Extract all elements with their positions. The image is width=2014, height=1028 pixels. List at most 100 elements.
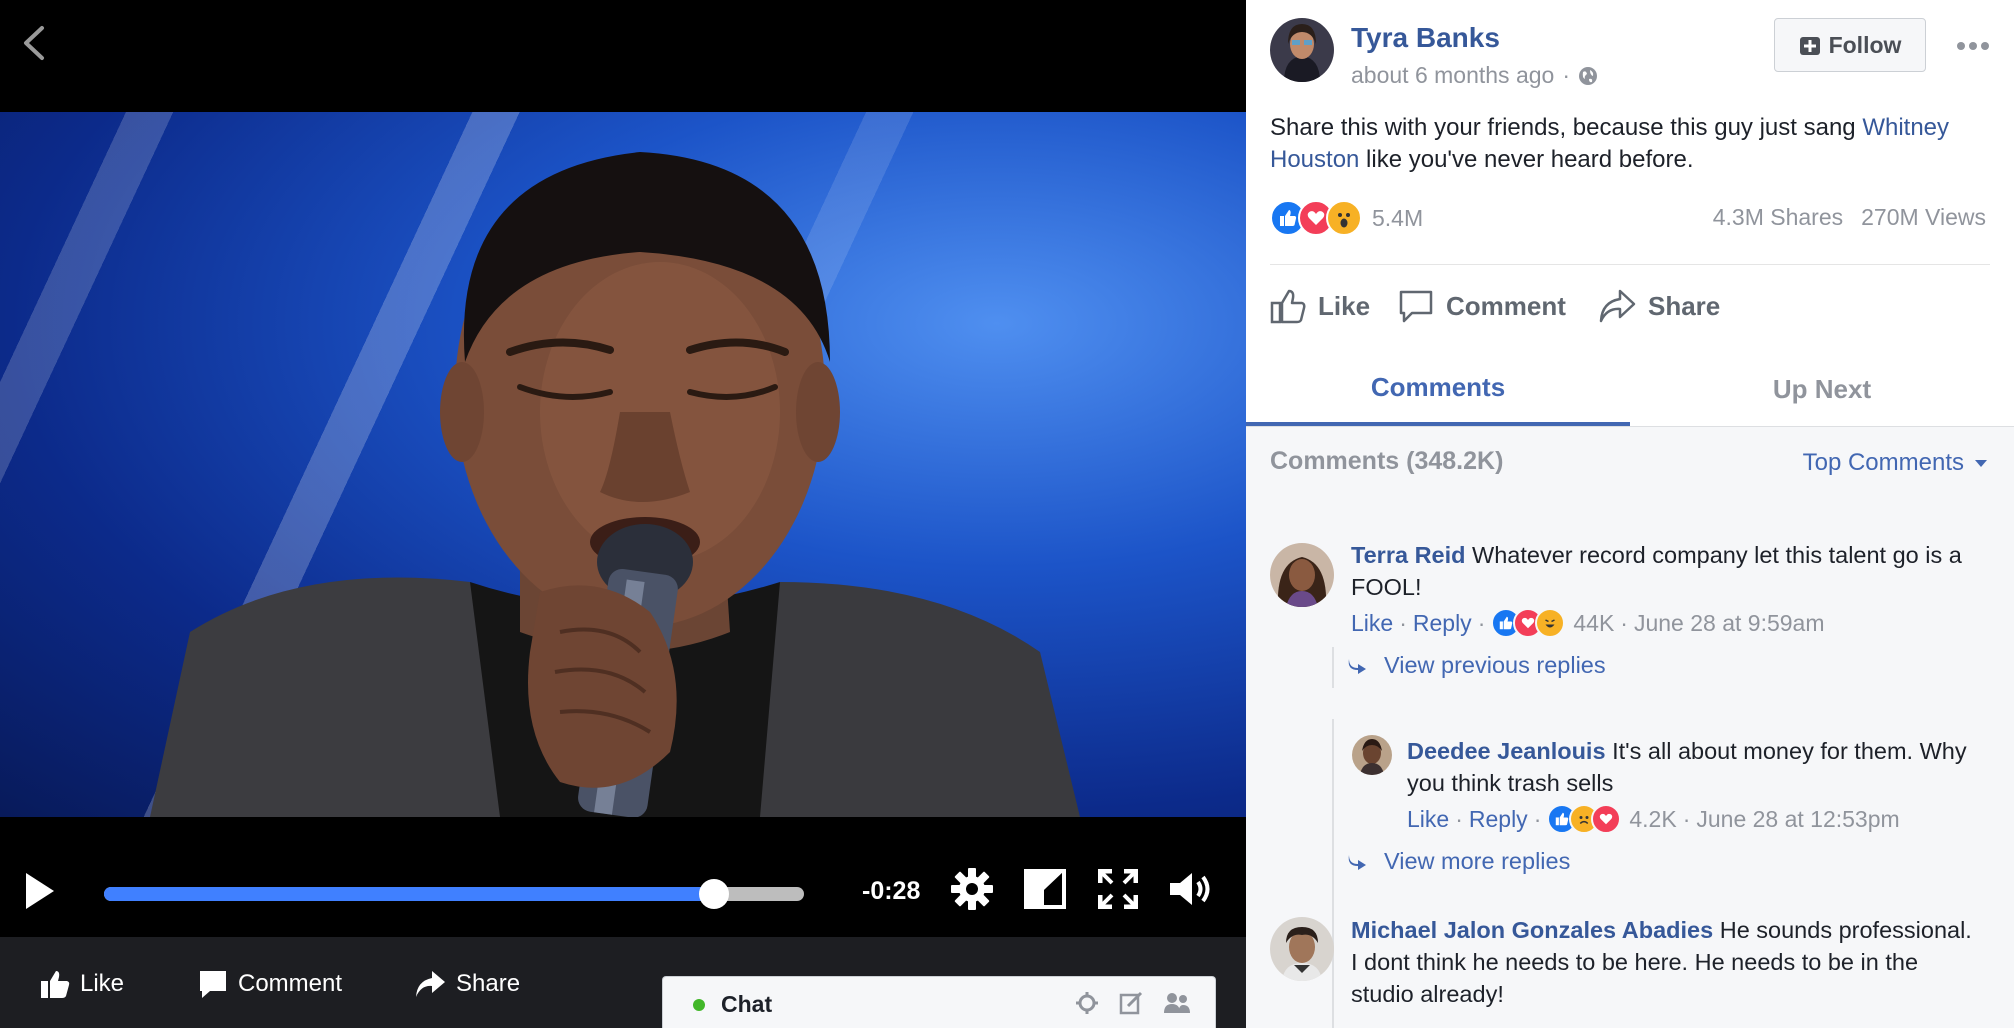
post-panel: Tyra Banks about 6 months ago · Follow S… [1246, 0, 2014, 1028]
progress-handle[interactable] [699, 879, 730, 909]
fullscreen-icon [1097, 868, 1139, 910]
thumbs-up-outline-icon [1270, 289, 1306, 324]
share-count[interactable]: 4.3M Shares [1713, 204, 1843, 231]
commenter-avatar[interactable] [1270, 917, 1334, 981]
reply-arrow-icon [1348, 658, 1366, 674]
follow-plus-icon [1799, 37, 1820, 55]
comment-reactions[interactable] [1491, 608, 1566, 638]
comment-like-link[interactable]: Like [1351, 610, 1393, 637]
video-comment-label: Comment [238, 970, 343, 997]
post-share-label: Share [1648, 290, 1721, 321]
comment-sort-label: Top Comments [1802, 449, 1964, 476]
comment-body: Terra Reid Whatever record company let t… [1351, 539, 1983, 603]
progress-fill [104, 887, 715, 901]
dot-separator: · [1477, 609, 1486, 636]
divider [1270, 264, 1990, 265]
speaker-icon [1170, 873, 1210, 905]
chat-icons [1075, 991, 1191, 1015]
chevron-left-icon [24, 26, 44, 60]
video-comment-button[interactable]: Comment [198, 964, 342, 1004]
video-like-button[interactable]: Like [40, 964, 124, 1004]
comment-timestamp[interactable]: June 28 at 12:53pm [1696, 806, 1899, 833]
haha-reaction-icon [1535, 608, 1566, 638]
chat-label: Chat [721, 991, 773, 1017]
thread-line [1332, 719, 1334, 1028]
comment-like-link[interactable]: Like [1407, 806, 1449, 833]
time-remaining: -0:28 [862, 877, 921, 905]
author-name[interactable]: Tyra Banks [1351, 22, 1500, 54]
wow-reaction-icon [1326, 200, 1362, 236]
globe-icon [1579, 66, 1597, 85]
comment-outline-icon [1399, 290, 1433, 323]
play-button[interactable] [24, 871, 56, 916]
video-player: -0:28 Like Comment Share Chat [0, 0, 1246, 1028]
commenter-name[interactable]: Michael Jalon Gonzales Abadies [1351, 917, 1713, 943]
dot-separator: · [1533, 805, 1542, 832]
dot-separator: · [1682, 805, 1691, 832]
tab-up-next[interactable]: Up Next [1630, 352, 2014, 426]
view-more-replies[interactable]: View more replies [1346, 848, 1570, 875]
comment-reply-link[interactable]: Reply [1413, 610, 1472, 637]
compose-icon[interactable] [1119, 991, 1143, 1015]
post-comment-label: Comment [1446, 290, 1566, 321]
ellipsis-icon [1957, 42, 1989, 50]
author-avatar-image [1270, 18, 1334, 82]
reply-arrow-icon [1348, 854, 1366, 870]
post-comment-button[interactable]: Comment [1398, 284, 1566, 328]
progress-bar[interactable] [104, 879, 804, 909]
follow-label: Follow [1828, 31, 1902, 58]
gear-icon [951, 868, 993, 910]
comment-reply-link[interactable]: Reply [1469, 806, 1528, 833]
post-text-part: Share this with your friends, because th… [1270, 114, 1863, 141]
back-button[interactable] [14, 18, 54, 68]
post-timestamp[interactable]: about 6 months ago [1351, 62, 1554, 89]
commenter-name[interactable]: Terra Reid [1351, 542, 1466, 568]
commenter-avatar[interactable] [1270, 543, 1334, 607]
gear-icon[interactable] [1075, 991, 1099, 1015]
view-previous-replies[interactable]: View previous replies [1346, 652, 1606, 679]
online-indicator [693, 999, 705, 1011]
volume-button[interactable] [1168, 869, 1216, 914]
thread-line [1332, 647, 1334, 688]
view-more-replies-label: View more replies [1384, 848, 1571, 874]
comment-reaction-count: 44K [1573, 609, 1615, 636]
post-share-button[interactable]: Share [1598, 284, 1720, 328]
view-previous-replies-label: View previous replies [1384, 652, 1606, 678]
reply-avatar[interactable] [1352, 735, 1392, 775]
post-like-label: Like [1318, 290, 1371, 321]
video-like-label: Like [80, 970, 125, 997]
video-frame[interactable] [0, 112, 1246, 817]
comment-timestamp[interactable]: June 28 at 9:59am [1634, 610, 1825, 637]
view-count: 270M Views [1861, 204, 1986, 230]
dot-separator: · [1399, 609, 1407, 636]
love-reaction-icon [1591, 804, 1622, 834]
fullscreen-button[interactable] [1097, 868, 1139, 914]
reaction-summary[interactable]: 5.4M [1270, 200, 1423, 236]
chat-bar[interactable]: Chat [662, 976, 1216, 1028]
commenter-avatar-image [1270, 917, 1334, 981]
video-share-button[interactable]: Share [414, 964, 520, 1004]
reply-body: Deedee Jeanlouis It's all about money fo… [1407, 735, 1967, 799]
comment-footer: Like · Reply · 44K · June 28 at 9:59am [1351, 608, 1825, 638]
group-icon[interactable] [1163, 991, 1191, 1015]
tab-comments[interactable]: Comments [1246, 352, 1630, 426]
share-outline-icon [1599, 289, 1636, 323]
settings-button[interactable] [950, 867, 994, 916]
comment-reactions[interactable] [1547, 804, 1622, 834]
video-share-label: Share [456, 970, 521, 997]
post-stats: 4.3M Shares 270M Views [1713, 204, 1986, 231]
caret-down-icon [1975, 460, 1987, 467]
author-avatar[interactable] [1270, 18, 1334, 82]
video-controls: -0:28 [0, 817, 1246, 937]
reply-footer: Like · Reply · 4.2K · June 28 at 12:53pm [1407, 804, 1900, 834]
post-like-button[interactable]: Like [1270, 284, 1370, 328]
share-arrow-icon [416, 971, 445, 997]
pip-button[interactable] [1024, 869, 1066, 914]
more-options-button[interactable] [1956, 22, 1990, 59]
comment-sort-dropdown[interactable]: Top Comments [1803, 449, 1988, 477]
play-icon [26, 873, 54, 909]
comment-body: Michael Jalon Gonzales Abadies He sounds… [1351, 914, 1983, 1010]
comments-section: Comments (348.2K) Top Comments Terra Rei… [1246, 427, 2014, 1028]
follow-button[interactable]: Follow [1774, 18, 1926, 72]
commenter-name[interactable]: Deedee Jeanlouis [1407, 738, 1606, 764]
